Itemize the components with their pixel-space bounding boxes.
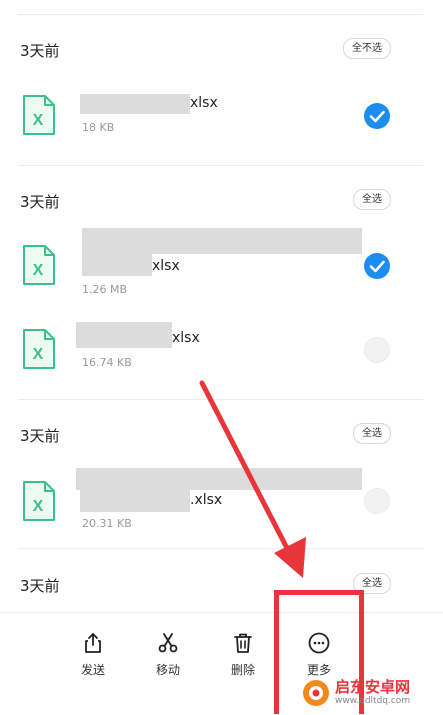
delete-label: 删除 (230, 663, 255, 677)
file-icon-letter: X (33, 112, 44, 129)
file-size: 16.74 KB (82, 356, 132, 369)
file-size: 1.26 MB (82, 283, 128, 296)
group-date-header: 3天前 (20, 193, 60, 211)
file-name: xlsx (190, 95, 218, 111)
excel-file-icon: X (23, 245, 55, 285)
excel-file-icon: X (23, 95, 55, 135)
blurred-filename (76, 468, 362, 490)
file-checkbox-checked[interactable] (364, 103, 390, 129)
group-date-header: 3天前 (20, 427, 60, 445)
watermark-logo-icon (303, 680, 329, 706)
divider (18, 399, 423, 400)
checkmark-icon (369, 260, 385, 273)
site-watermark: 启东安卓网 www.qdltdq.com (297, 676, 437, 710)
file-icon-letter: X (33, 262, 44, 279)
watermark-brand: 启东安卓网 (335, 678, 411, 696)
file-checkbox-unchecked[interactable] (364, 488, 390, 514)
file-checkbox-checked[interactable] (364, 253, 390, 279)
file-name: .xlsx (190, 492, 223, 508)
blurred-filename (80, 490, 190, 512)
blurred-filename (76, 322, 172, 348)
select-all-button[interactable]: 全选 (353, 189, 391, 210)
select-all-button[interactable]: 全选 (353, 573, 391, 594)
file-checkbox-unchecked[interactable] (364, 337, 390, 363)
file-name: xlsx (152, 258, 180, 274)
scissors-icon (158, 633, 178, 653)
blurred-filename (80, 94, 190, 114)
excel-file-icon: X (23, 329, 55, 369)
share-icon (85, 633, 101, 653)
deselect-all-button[interactable]: 全不选 (343, 38, 391, 59)
divider (18, 14, 423, 15)
group-date-header: 3天前 (20, 577, 60, 595)
divider (18, 165, 423, 166)
file-name: xlsx (172, 330, 200, 346)
more-options-icon (308, 632, 330, 654)
blurred-filename (82, 254, 152, 276)
file-size: 18 KB (82, 121, 115, 134)
move-button[interactable]: 移动 (143, 631, 193, 678)
group-date-header: 3天前 (20, 42, 60, 60)
checkmark-icon (369, 110, 385, 123)
select-all-button[interactable]: 全选 (353, 423, 391, 444)
send-label: 发送 (80, 663, 105, 677)
more-button[interactable]: 更多 (294, 631, 344, 678)
blurred-filename (82, 228, 362, 254)
file-icon-letter: X (33, 498, 44, 515)
divider (18, 548, 423, 549)
file-size: 20.31 KB (82, 517, 132, 530)
trash-icon (234, 633, 252, 653)
move-label: 移动 (155, 663, 180, 677)
file-icon-letter: X (33, 346, 44, 363)
watermark-url: www.qdltdq.com (335, 696, 411, 706)
excel-file-icon: X (23, 481, 55, 521)
send-button[interactable]: 发送 (68, 631, 118, 678)
delete-button[interactable]: 删除 (218, 631, 268, 678)
